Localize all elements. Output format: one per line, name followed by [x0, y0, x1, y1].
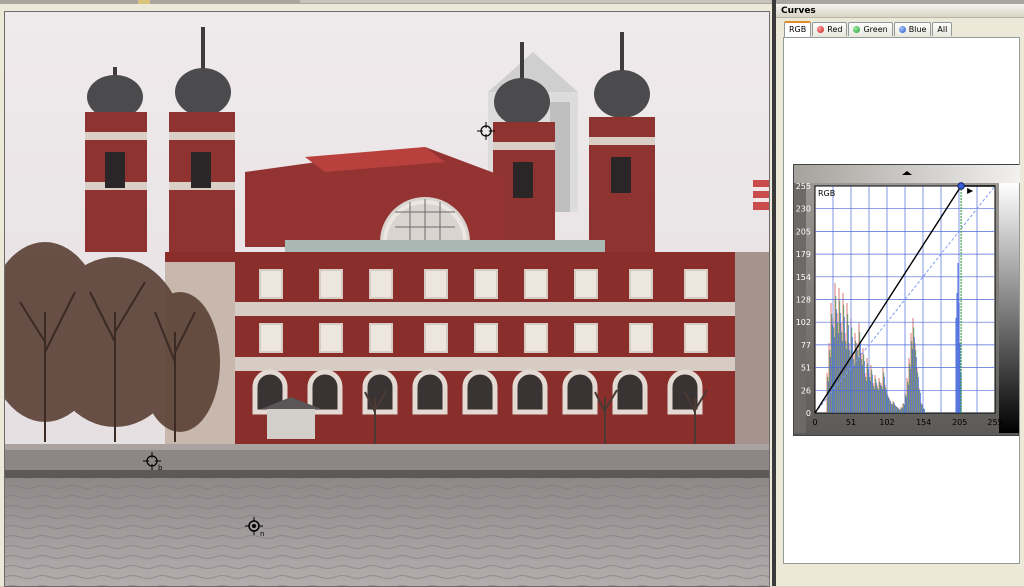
channel-label: RGB — [818, 189, 835, 198]
output-gradient — [999, 183, 1019, 433]
tab-red[interactable]: Red — [812, 22, 848, 36]
tab-all-label: All — [937, 24, 948, 34]
x-tick-label: 154 — [916, 418, 931, 427]
green-channel-dot-icon — [853, 26, 861, 33]
channel-tabs: RGB Red Green Blue All — [784, 21, 953, 37]
tab-blue-label: Blue — [908, 24, 927, 34]
curves-graph[interactable]: RGB 255 230 205 179 154 128 102 77 51 26 00 51 102 154… — [794, 165, 1020, 437]
y-tick-label: 0 — [806, 409, 811, 418]
y-tick-label: 179 — [796, 250, 811, 259]
y-tick-label: 128 — [796, 296, 811, 305]
x-tick-label: 255 — [987, 418, 1002, 427]
x-tick-label: 51 — [846, 418, 856, 427]
sample-point-n-label: n — [260, 530, 264, 538]
sample-point-n[interactable]: n — [245, 517, 264, 538]
curves-editor[interactable]: RGB 255 230 205 179 154 128 102 77 51 26 0 0 51 102 154… — [793, 164, 1020, 437]
sample-markers-layer: b n — [143, 122, 495, 538]
tab-red-label: Red — [827, 24, 843, 34]
left-gutter — [794, 183, 806, 433]
red-channel-dot-icon — [817, 26, 825, 33]
y-tick-label: 102 — [796, 318, 811, 327]
panel-title: Curves — [776, 4, 1024, 18]
photo-canvas[interactable]: b n — [4, 11, 770, 587]
tab-blue[interactable]: Blue — [893, 22, 932, 36]
y-tick-label: 205 — [796, 227, 811, 236]
tab-green-label: Green — [863, 24, 888, 34]
x-tick-label: 205 — [952, 418, 967, 427]
y-tick-label: 26 — [801, 386, 811, 395]
x-tick-label: 102 — [879, 418, 894, 427]
x-tick-label: 0 — [812, 418, 817, 427]
tab-rgb-label: RGB — [789, 25, 807, 34]
y-tick-label: 154 — [796, 273, 811, 282]
blue-channel-dot-icon — [898, 26, 906, 33]
y-tick-label: 230 — [796, 205, 811, 214]
tab-green[interactable]: Green — [848, 22, 893, 36]
y-tick-label: 51 — [801, 364, 811, 373]
y-tick-label: 77 — [801, 341, 811, 350]
tab-all[interactable]: All — [932, 22, 953, 36]
curves-panel: Curves RGB Red Green Blue All RGB 255 23… — [776, 4, 1024, 586]
tab-rgb[interactable]: RGB — [784, 21, 812, 37]
sample-point-b-label: b — [158, 464, 163, 472]
toolbar-highlight — [300, 0, 774, 3]
sample-point-b[interactable]: b — [143, 452, 163, 472]
sample-point-a[interactable] — [477, 122, 495, 140]
image-viewer: b n — [0, 4, 772, 587]
y-tick-label: 255 — [796, 182, 811, 191]
curve-control-point[interactable] — [957, 182, 965, 190]
